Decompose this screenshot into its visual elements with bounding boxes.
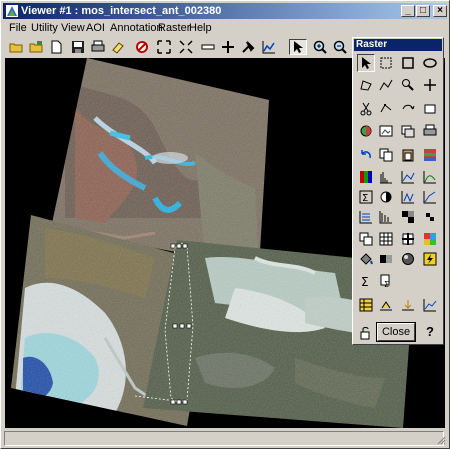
crosshair-icon[interactable]	[219, 39, 237, 55]
print-layer-icon[interactable]	[421, 122, 439, 140]
raster-tool-palette: Raster Σ Σ Σ Close ?	[352, 37, 444, 345]
svg-text:Σ: Σ	[361, 275, 369, 288]
window-title: Viewer #1 : mos_intersect_ant_002380	[21, 5, 222, 17]
marquee-icon[interactable]	[377, 54, 395, 72]
menu-aoi[interactable]: AOI	[83, 20, 108, 37]
sphere-icon[interactable]	[399, 250, 417, 268]
overlay-icon[interactable]	[357, 230, 375, 248]
zoom-fit-icon[interactable]	[155, 39, 173, 55]
lightning-icon[interactable]	[421, 250, 439, 268]
menu-help[interactable]: Help	[186, 20, 215, 37]
curve-icon[interactable]	[421, 188, 439, 206]
pixel-icon[interactable]	[421, 208, 439, 226]
print-icon[interactable]	[89, 39, 107, 55]
paste-icon[interactable]	[399, 146, 417, 164]
profile-icon[interactable]	[260, 39, 278, 55]
select-arrow-icon[interactable]	[289, 39, 307, 55]
maximize-button[interactable]: □	[416, 5, 430, 17]
viewer-window: Viewer #1 : mos_intersect_ant_002380 _ □…	[0, 0, 450, 449]
new-icon[interactable]	[47, 39, 65, 55]
menu-bar: File Utility View AOI Annotation Raster …	[3, 20, 447, 37]
ruler-icon[interactable]	[199, 39, 217, 55]
svg-text:Σ: Σ	[362, 193, 368, 204]
box-icon[interactable]	[421, 100, 439, 118]
layer-info-icon[interactable]	[399, 122, 417, 140]
contrast-icon[interactable]	[357, 122, 375, 140]
checker-icon[interactable]	[399, 208, 417, 226]
ellipse-icon[interactable]	[421, 54, 439, 72]
polygon-icon[interactable]	[357, 76, 375, 94]
palette-title[interactable]: Raster	[354, 39, 442, 51]
attributes-table-icon[interactable]	[421, 146, 439, 164]
palette-close-button[interactable]: Close	[376, 322, 416, 342]
select-arrow-icon[interactable]	[357, 54, 375, 72]
image-info-icon[interactable]	[377, 122, 395, 140]
scale-icon[interactable]	[177, 39, 195, 55]
gradient-icon[interactable]	[377, 250, 395, 268]
grid-icon[interactable]	[377, 230, 395, 248]
statistics-icon[interactable]: Σ	[377, 272, 395, 290]
copy-icon[interactable]	[377, 146, 395, 164]
stretch-icon[interactable]	[357, 208, 375, 226]
zoom-out-icon[interactable]	[331, 39, 349, 55]
cut-icon[interactable]	[357, 100, 375, 118]
graph-icon[interactable]	[399, 168, 417, 186]
breakpoints-icon[interactable]	[399, 188, 417, 206]
sum-icon[interactable]: Σ	[357, 272, 375, 290]
close-window-button[interactable]: ×	[433, 5, 447, 17]
undo-icon[interactable]	[357, 146, 375, 164]
pick-icon[interactable]	[239, 39, 257, 55]
save-icon[interactable]	[69, 39, 87, 55]
polyline-icon[interactable]	[377, 76, 395, 94]
profile-plot-icon[interactable]	[421, 296, 439, 314]
color-palette-icon[interactable]	[421, 230, 439, 248]
menu-file[interactable]: File	[6, 20, 30, 37]
open-layer-icon[interactable]	[27, 39, 45, 55]
measure-icon[interactable]	[399, 296, 417, 314]
brightness-icon[interactable]	[377, 188, 395, 206]
clear-icon[interactable]	[133, 39, 151, 55]
rectangle-icon[interactable]	[399, 54, 417, 72]
eraser-icon[interactable]	[109, 39, 127, 55]
fill-icon[interactable]	[357, 250, 375, 268]
seed-tool-icon[interactable]	[399, 76, 417, 94]
svg-text:Σ: Σ	[384, 280, 389, 288]
open-folder-icon[interactable]	[7, 39, 25, 55]
sigma-icon[interactable]: Σ	[357, 188, 375, 206]
lut-table-icon[interactable]	[377, 208, 395, 226]
menu-utility[interactable]: Utility	[28, 20, 61, 37]
point-icon[interactable]	[421, 76, 439, 94]
replace-icon[interactable]	[399, 100, 417, 118]
zoom-in-icon[interactable]	[311, 39, 329, 55]
title-bar[interactable]: Viewer #1 : mos_intersect_ant_002380 _ □…	[3, 3, 447, 19]
filter-icon[interactable]	[399, 230, 417, 248]
histogram-icon[interactable]	[377, 168, 395, 186]
minimize-button[interactable]: _	[401, 5, 415, 17]
help-icon[interactable]: ?	[423, 325, 437, 339]
reshape-icon[interactable]	[377, 100, 395, 118]
spectral-icon[interactable]	[421, 168, 439, 186]
status-bar	[4, 431, 444, 446]
color-lut-icon[interactable]	[357, 168, 375, 186]
threshold-icon[interactable]	[377, 296, 395, 314]
lock-icon[interactable]	[357, 324, 375, 342]
app-icon	[6, 5, 18, 17]
table-icon[interactable]	[357, 296, 375, 314]
resize-grip-icon[interactable]	[436, 435, 446, 445]
